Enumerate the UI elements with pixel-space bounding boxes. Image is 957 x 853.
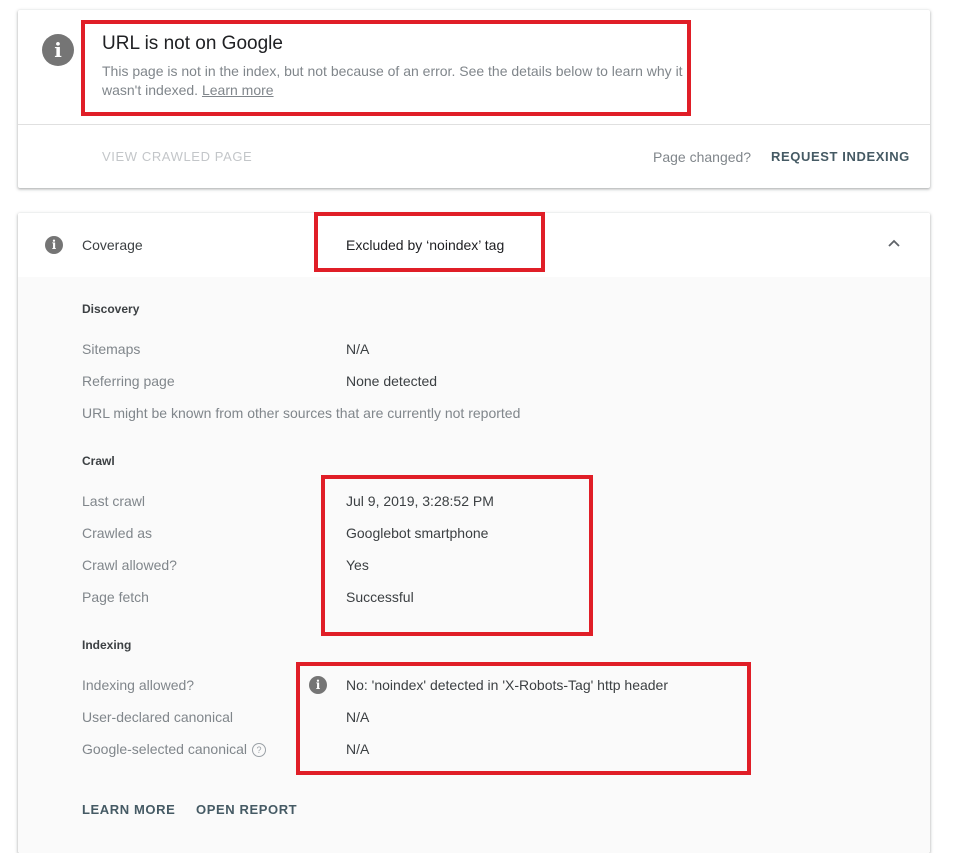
page-fetch-label: Page fetch [82,589,149,605]
last-crawl-value: Jul 9, 2019, 3:28:52 PM [346,493,494,509]
coverage-header[interactable]: i Coverage Excluded by ‘noindex’ tag [18,213,930,277]
coverage-value: Excluded by ‘noindex’ tag [346,237,505,253]
coverage-card: i Coverage Excluded by ‘noindex’ tag Dis… [18,213,930,853]
google-canonical-value: N/A [346,741,370,757]
view-crawled-page-button[interactable]: VIEW CRAWLED PAGE [102,149,252,164]
discovery-heading: Discovery [82,302,140,316]
page-changed-text: Page changed? [653,149,752,165]
divider [18,124,930,125]
indexing-allowed-value: No: 'noindex' detected in 'X-Robots-Tag'… [346,677,668,693]
user-canonical-label: User-declared canonical [82,709,233,725]
help-icon[interactable]: ? [252,743,266,757]
crawl-allowed-value: Yes [346,557,369,573]
last-crawl-label: Last crawl [82,493,146,509]
sitemaps-value: N/A [346,341,370,357]
coverage-footer: LEARN MORE OPEN REPORT [18,783,930,853]
coverage-label: Coverage [82,237,143,253]
indexing-allowed-label: Indexing allowed? [82,677,195,693]
request-indexing-button[interactable]: REQUEST INDEXING [771,149,910,164]
google-canonical-label: Google-selected canonical [82,741,247,757]
sitemaps-label: Sitemaps [82,341,141,357]
crawl-allowed-label: Crawl allowed? [82,557,177,573]
crawled-as-value: Googlebot smartphone [346,525,489,541]
referring-page-value: None detected [346,373,438,389]
status-description: This page is not in the index, but not b… [102,62,702,100]
status-description-text: This page is not in the index, but not b… [102,63,683,98]
learn-more-button[interactable]: LEARN MORE [82,802,175,817]
google-canonical-label-row: Google-selected canonical? [82,741,266,757]
url-status-card: i URL is not on Google This page is not … [18,10,930,188]
info-icon: i [45,236,63,254]
learn-more-link[interactable]: Learn more [202,82,274,98]
info-icon: i [42,34,74,66]
status-title: URL is not on Google [102,33,283,54]
user-canonical-value: N/A [346,709,370,725]
referring-page-label: Referring page [82,373,175,389]
chevron-up-icon[interactable] [886,235,902,251]
open-report-button[interactable]: OPEN REPORT [196,802,297,817]
crawled-as-label: Crawled as [82,525,153,541]
indexing-heading: Indexing [82,638,132,652]
discovery-note: URL might be known from other sources th… [82,405,521,421]
page-fetch-value: Successful [346,589,414,605]
info-icon[interactable]: i [309,676,327,694]
crawl-heading: Crawl [82,454,115,468]
coverage-details: Discovery Sitemaps N/A Referring page No… [18,277,930,787]
